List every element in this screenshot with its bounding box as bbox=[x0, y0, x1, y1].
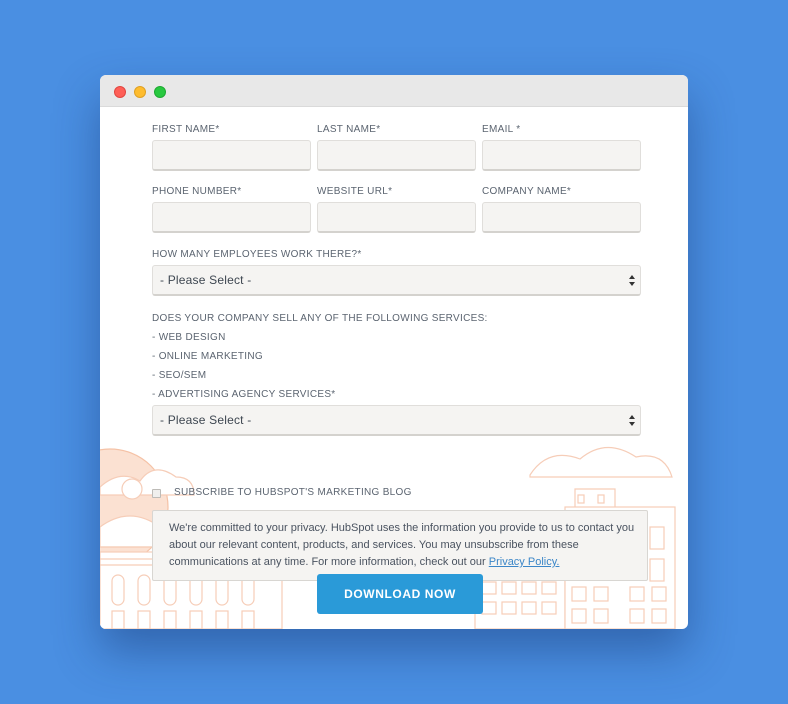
service-item: - ADVERTISING AGENCY SERVICES* bbox=[152, 389, 336, 400]
minimize-window-button[interactable] bbox=[134, 86, 146, 98]
website-url-field[interactable] bbox=[317, 202, 476, 233]
employees-select[interactable]: - Please Select - bbox=[152, 265, 641, 296]
privacy-text: We're committed to your privacy. HubSpot… bbox=[169, 522, 635, 568]
subscribe-label[interactable]: SUBSCRIBE TO HUBSPOT'S MARKETING BLOG bbox=[174, 487, 412, 498]
company-name-label: COMPANY NAME* bbox=[482, 186, 572, 197]
phone-number-field[interactable] bbox=[152, 202, 311, 233]
close-window-button[interactable] bbox=[114, 86, 126, 98]
first-name-field[interactable] bbox=[152, 140, 311, 171]
subscribe-checkbox[interactable] bbox=[152, 489, 161, 498]
company-name-field[interactable] bbox=[482, 202, 641, 233]
first-name-label: FIRST NAME* bbox=[152, 124, 220, 135]
services-select[interactable]: - Please Select - bbox=[152, 405, 641, 436]
browser-window: FIRST NAME* LAST NAME* EMAIL * PHONE NUM… bbox=[100, 75, 688, 629]
last-name-field[interactable] bbox=[317, 140, 476, 171]
email-field[interactable] bbox=[482, 140, 641, 171]
service-item: - ONLINE MARKETING bbox=[152, 351, 263, 362]
last-name-label: LAST NAME* bbox=[317, 124, 381, 135]
service-item: - WEB DESIGN bbox=[152, 332, 226, 343]
website-url-label: WEBSITE URL* bbox=[317, 186, 393, 197]
services-question: DOES YOUR COMPANY SELL ANY OF THE FOLLOW… bbox=[152, 313, 488, 324]
download-now-button[interactable]: DOWNLOAD NOW bbox=[317, 574, 483, 614]
email-label: EMAIL * bbox=[482, 124, 521, 135]
select-arrows-icon bbox=[629, 275, 635, 286]
services-select-value: - Please Select - bbox=[160, 413, 252, 427]
form-content: FIRST NAME* LAST NAME* EMAIL * PHONE NUM… bbox=[100, 107, 688, 629]
employees-select-value: - Please Select - bbox=[160, 273, 252, 287]
phone-number-label: PHONE NUMBER* bbox=[152, 186, 242, 197]
privacy-policy-link[interactable]: Privacy Policy. bbox=[489, 556, 560, 568]
service-item: - SEO/SEM bbox=[152, 370, 207, 381]
zoom-window-button[interactable] bbox=[154, 86, 166, 98]
employees-label: HOW MANY EMPLOYEES WORK THERE?* bbox=[152, 249, 362, 260]
window-titlebar bbox=[100, 75, 688, 107]
privacy-notice: We're committed to your privacy. HubSpot… bbox=[152, 510, 648, 581]
select-arrows-icon bbox=[629, 415, 635, 426]
